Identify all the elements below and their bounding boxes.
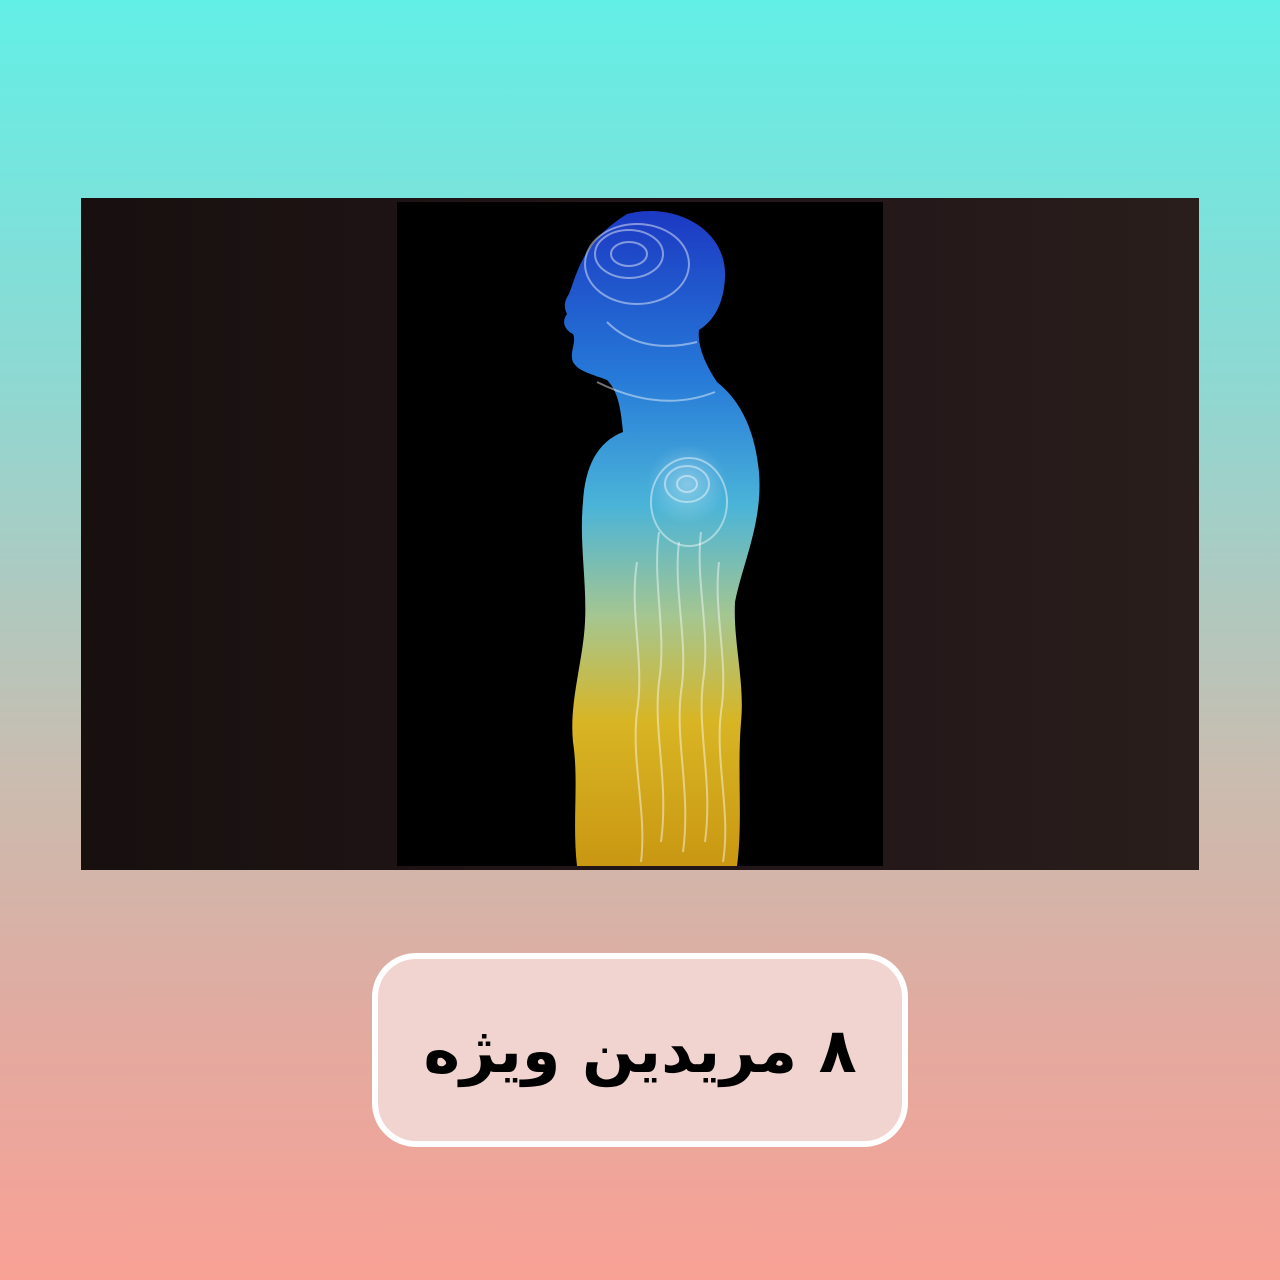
caption-text: ۸ مریدین ویژه <box>423 1013 857 1087</box>
body-figure-svg <box>564 211 760 866</box>
caption-box: ۸ مریدین ویژه <box>372 953 908 1147</box>
human-energy-body-illustration <box>397 202 883 866</box>
image-banner <box>81 198 1199 870</box>
